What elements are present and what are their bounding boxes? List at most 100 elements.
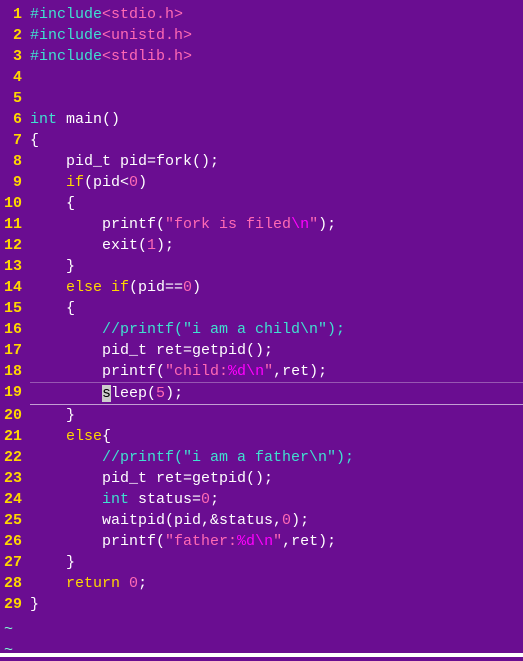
- line-number: 8: [0, 151, 30, 172]
- code-content[interactable]: #include<unistd.h>: [30, 25, 523, 46]
- token: \n: [255, 533, 273, 550]
- code-content[interactable]: else{: [30, 426, 523, 447]
- code-content[interactable]: pid_t pid=fork();: [30, 151, 523, 172]
- line-number: 17: [0, 340, 30, 361]
- token: ,ret);: [273, 363, 327, 380]
- code-line[interactable]: 25 waitpid(pid,&status,0);: [0, 510, 523, 531]
- line-number: 9: [0, 172, 30, 193]
- line-number: 20: [0, 405, 30, 426]
- code-line[interactable]: 11 printf("fork is filed\n");: [0, 214, 523, 235]
- token: %d: [228, 363, 246, 380]
- token: (pid==: [129, 279, 183, 296]
- code-line[interactable]: 5: [0, 88, 523, 109]
- token: [30, 279, 66, 296]
- code-line[interactable]: 1#include<stdio.h>: [0, 4, 523, 25]
- code-content[interactable]: #include<stdlib.h>: [30, 46, 523, 67]
- code-line[interactable]: 12 exit(1);: [0, 235, 523, 256]
- code-content[interactable]: {: [30, 130, 523, 151]
- code-line[interactable]: 28 return 0;: [0, 573, 523, 594]
- code-content[interactable]: }: [30, 405, 523, 426]
- code-content[interactable]: printf("father:%d\n",ret);: [30, 531, 523, 552]
- code-content[interactable]: }: [30, 552, 523, 573]
- code-line[interactable]: 16 //printf("i am a child\n");: [0, 319, 523, 340]
- code-line[interactable]: 2#include<unistd.h>: [0, 25, 523, 46]
- code-line[interactable]: 8 pid_t pid=fork();: [0, 151, 523, 172]
- code-content[interactable]: printf("child:%d\n",ret);: [30, 361, 523, 382]
- token: int: [30, 111, 57, 128]
- line-number: 27: [0, 552, 30, 573]
- code-line[interactable]: 18 printf("child:%d\n",ret);: [0, 361, 523, 382]
- code-content[interactable]: //printf("i am a father\n");: [30, 447, 523, 468]
- token: //printf("i am a child\n");: [102, 321, 345, 338]
- code-line[interactable]: 27 }: [0, 552, 523, 573]
- code-content[interactable]: return 0;: [30, 573, 523, 594]
- code-content[interactable]: }: [30, 594, 523, 615]
- code-line[interactable]: 10 {: [0, 193, 523, 214]
- token: }: [30, 258, 75, 275]
- code-content[interactable]: pid_t ret=getpid();: [30, 340, 523, 361]
- code-line[interactable]: 14 else if(pid==0): [0, 277, 523, 298]
- code-content[interactable]: printf("fork is filed\n");: [30, 214, 523, 235]
- token: {: [30, 195, 75, 212]
- code-content[interactable]: int main(): [30, 109, 523, 130]
- line-number: 29: [0, 594, 30, 615]
- code-content[interactable]: if(pid<0): [30, 172, 523, 193]
- code-line[interactable]: 23 pid_t ret=getpid();: [0, 468, 523, 489]
- code-line[interactable]: 26 printf("father:%d\n",ret);: [0, 531, 523, 552]
- empty-line-tilde: ~: [0, 640, 523, 661]
- token: ": [309, 216, 318, 233]
- code-content[interactable]: [30, 67, 523, 88]
- code-line[interactable]: 20 }: [0, 405, 523, 426]
- line-number: 25: [0, 510, 30, 531]
- code-content[interactable]: #include<stdio.h>: [30, 4, 523, 25]
- empty-line-tilde: ~: [0, 619, 523, 640]
- token: );: [291, 512, 309, 529]
- code-content[interactable]: else if(pid==0): [30, 277, 523, 298]
- line-number: 15: [0, 298, 30, 319]
- code-line[interactable]: 29}: [0, 594, 523, 615]
- code-line[interactable]: 13 }: [0, 256, 523, 277]
- code-content[interactable]: }: [30, 256, 523, 277]
- token: );: [156, 237, 174, 254]
- token: 0: [201, 491, 210, 508]
- code-editor[interactable]: 1#include<stdio.h>2#include<unistd.h>3#i…: [0, 0, 523, 619]
- code-content[interactable]: [30, 88, 523, 109]
- code-line[interactable]: 9 if(pid<0): [0, 172, 523, 193]
- token: (pid<: [84, 174, 129, 191]
- code-line[interactable]: 17 pid_t ret=getpid();: [0, 340, 523, 361]
- token: leep(: [111, 385, 156, 402]
- code-content[interactable]: int status=0;: [30, 489, 523, 510]
- code-line[interactable]: 7{: [0, 130, 523, 151]
- token: %d: [237, 533, 255, 550]
- code-line[interactable]: 19 sleep(5);: [0, 382, 523, 405]
- token: ): [138, 174, 147, 191]
- token: else if: [66, 279, 129, 296]
- token: printf(: [30, 216, 165, 233]
- code-content[interactable]: {: [30, 193, 523, 214]
- token: [30, 575, 66, 592]
- token: int: [102, 491, 129, 508]
- code-line[interactable]: 6int main(): [0, 109, 523, 130]
- code-line[interactable]: 15 {: [0, 298, 523, 319]
- line-number: 16: [0, 319, 30, 340]
- line-number: 5: [0, 88, 30, 109]
- token: 0: [129, 174, 138, 191]
- line-number: 6: [0, 109, 30, 130]
- token: [30, 385, 102, 402]
- line-number: 2: [0, 25, 30, 46]
- code-content[interactable]: waitpid(pid,&status,0);: [30, 510, 523, 531]
- code-content[interactable]: exit(1);: [30, 235, 523, 256]
- line-number: 19: [0, 382, 30, 405]
- code-line[interactable]: 22 //printf("i am a father\n");: [0, 447, 523, 468]
- token: "child:: [165, 363, 228, 380]
- line-number: 11: [0, 214, 30, 235]
- code-line[interactable]: 24 int status=0;: [0, 489, 523, 510]
- code-line[interactable]: 21 else{: [0, 426, 523, 447]
- code-line[interactable]: 4: [0, 67, 523, 88]
- token: exit(: [30, 237, 147, 254]
- code-content[interactable]: sleep(5);: [30, 382, 523, 405]
- code-content[interactable]: {: [30, 298, 523, 319]
- code-line[interactable]: 3#include<stdlib.h>: [0, 46, 523, 67]
- code-content[interactable]: pid_t ret=getpid();: [30, 468, 523, 489]
- code-content[interactable]: //printf("i am a child\n");: [30, 319, 523, 340]
